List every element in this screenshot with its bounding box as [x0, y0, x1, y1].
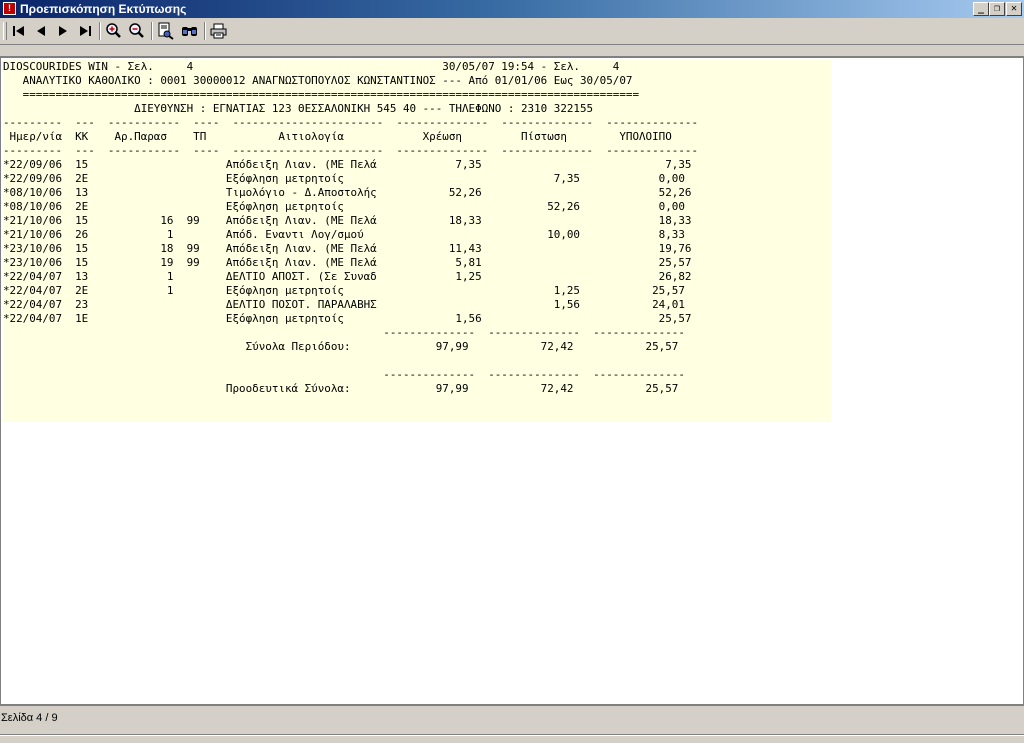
status-divider — [0, 734, 1024, 736]
zoom-out-icon[interactable] — [127, 21, 147, 41]
find-icon[interactable] — [156, 21, 176, 41]
last-page-icon[interactable] — [75, 21, 95, 41]
toolbar — [0, 18, 1024, 45]
report-line: -------------- -------------- ----------… — [3, 368, 685, 381]
report-line: *08/10/06 2E Εξόφληση μετρητοίς 52,26 0,… — [3, 200, 685, 213]
report-line: DIOSCOURIDES WIN - Σελ. 4 30/05/07 19:54… — [3, 60, 620, 73]
minimize-button[interactable]: _ — [973, 2, 989, 16]
close-button[interactable]: ✕ — [1006, 2, 1022, 16]
report-line: Προοδευτικά Σύνολα: 97,99 72,42 25,57 — [3, 382, 679, 395]
report-line: *22/09/06 15 Απόδειξη Λιαν. (ΜΕ Πελά 7,3… — [3, 158, 692, 171]
toolbar-separator — [99, 22, 101, 40]
report-line: Σύνολα Περιόδου: 97,99 72,42 25,57 — [3, 340, 679, 353]
report-page: DIOSCOURIDES WIN - Σελ. 4 30/05/07 19:54… — [3, 60, 831, 422]
report-line: *22/04/07 13 1 ΔΕΛΤΙΟ ΑΠΟΣΤ. (Σε Συναδ 1… — [3, 270, 692, 283]
prev-page-icon[interactable] — [31, 21, 51, 41]
toolbar-separator — [204, 22, 206, 40]
preview-area[interactable]: DIOSCOURIDES WIN - Σελ. 4 30/05/07 19:54… — [0, 57, 1024, 705]
zoom-in-icon[interactable] — [104, 21, 124, 41]
window-title: Προεπισκόπηση Εκτύπωσης — [20, 2, 187, 16]
report-line: *22/04/07 23 ΔΕΛΤΙΟ ΠΟΣΟΤ. ΠΑΡΑΛΑΒΗΣ 1,5… — [3, 298, 685, 311]
report-line: *21/10/06 15 16 99 Απόδειξη Λιαν. (ΜΕ Πε… — [3, 214, 692, 227]
report-line: *23/10/06 15 19 99 Απόδειξη Λιαν. (ΜΕ Πε… — [3, 256, 692, 269]
report-text: DIOSCOURIDES WIN - Σελ. 4 30/05/07 19:54… — [3, 60, 698, 396]
report-line: Ημερ/νία KK Αρ.Παρασ ΤΠ Αιτιολογία Χρέωσ… — [3, 130, 672, 143]
next-page-icon[interactable] — [53, 21, 73, 41]
secondary-toolbar — [0, 45, 1024, 57]
report-line: *21/10/06 26 1 Απόδ. Εναντι Λογ/σμού 10,… — [3, 228, 685, 241]
report-line: *22/09/06 2E Εξόφληση μετρητοίς 7,35 0,0… — [3, 172, 685, 185]
report-line: --------- --- ----------- ---- ---------… — [3, 116, 699, 129]
report-line: *23/10/06 15 18 99 Απόδειξη Λιαν. (ΜΕ Πε… — [3, 242, 692, 255]
report-line: *08/10/06 13 Τιμολόγιο - Δ.Αποστολής 52,… — [3, 186, 692, 199]
status-bar: Σελίδα 4 / 9 — [0, 705, 1024, 743]
printer-app-icon[interactable]: ! — [3, 2, 16, 15]
report-line: -------------- -------------- ----------… — [3, 326, 685, 339]
find-next-icon[interactable] — [180, 21, 200, 41]
restore-button[interactable]: ❐ — [989, 2, 1005, 16]
report-line: ΔΙΕΥΘΥΝΣΗ : ΕΓΝΑΤΙΑΣ 123 ΘΕΣΣΑΛΟΝΙΚΗ 545… — [3, 102, 594, 115]
title-bar: ! Προεπισκόπηση Εκτύπωσης _ ❐ ✕ — [0, 0, 1024, 18]
toolbar-grip[interactable] — [3, 22, 7, 40]
report-line: *22/04/07 2E 1 Εξόφληση μετρητοίς 1,25 2… — [3, 284, 685, 297]
page-indicator: Σελίδα 4 / 9 — [1, 712, 58, 724]
toolbar-separator — [151, 22, 153, 40]
report-line: ========================================… — [3, 88, 640, 101]
report-line: ΑΝΑΛΥΤΙΚΟ ΚΑΘΟΛΙΚΟ : 0001 30000012 ΑΝΑΓΝ… — [3, 74, 633, 87]
first-page-icon[interactable] — [9, 21, 29, 41]
report-line — [3, 354, 698, 368]
report-line: --------- --- ----------- ---- ---------… — [3, 144, 699, 157]
print-icon[interactable] — [209, 21, 229, 41]
report-line: *22/04/07 1E Εξόφληση μετρητοίς 1,56 25,… — [3, 312, 692, 325]
